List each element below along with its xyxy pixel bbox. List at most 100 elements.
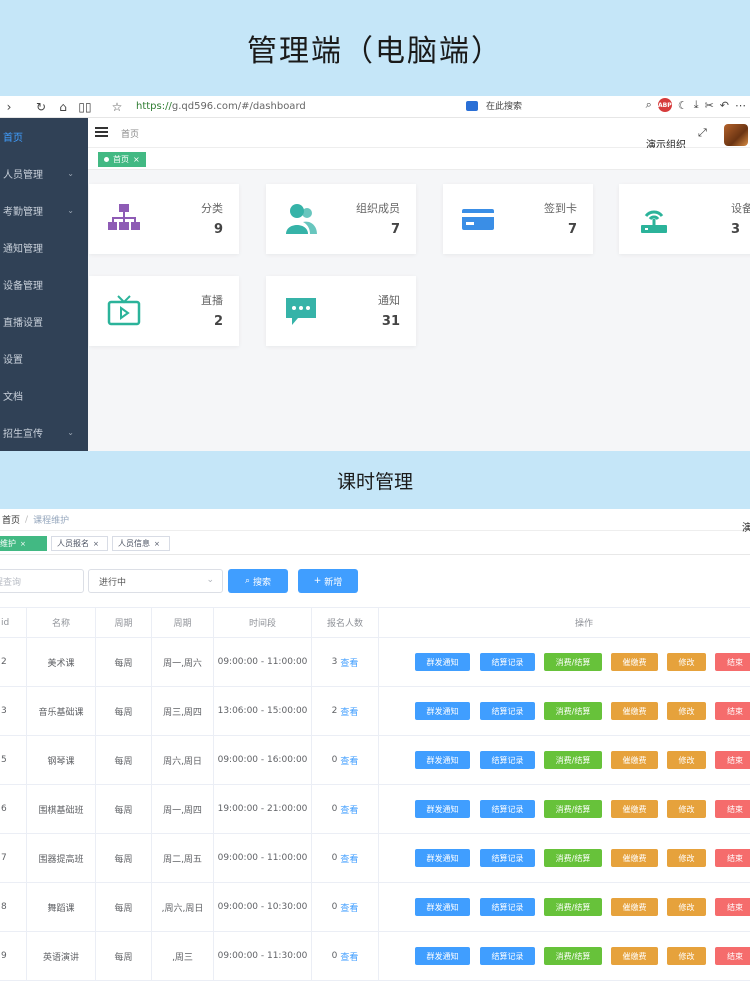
add-button[interactable]: + 新增 — [298, 569, 358, 593]
fullscreen-icon[interactable]: ⤢ — [698, 126, 707, 140]
tab-enrollment[interactable]: 人员报名 × — [51, 536, 108, 551]
course-search-input[interactable]: 课程查询 — [0, 569, 84, 593]
settlement-record-button[interactable]: 结算记录 — [480, 898, 535, 916]
edit-button[interactable]: 修改 — [667, 653, 706, 671]
view-link[interactable]: 查看 — [340, 656, 358, 669]
broadcast-notice-button[interactable]: 群发通知 — [415, 898, 470, 916]
broadcast-notice-button[interactable]: 群发通知 — [415, 849, 470, 867]
view-link[interactable]: 查看 — [340, 852, 358, 865]
view-link[interactable]: 查看 — [340, 705, 358, 718]
sidebar-item-attendance[interactable]: 考勤管理 ⌄ — [0, 192, 88, 229]
tab-course-maintenance[interactable]: 课程维护× — [0, 536, 47, 551]
settlement-record-button[interactable]: 结算记录 — [480, 751, 535, 769]
view-link[interactable]: 查看 — [340, 901, 358, 914]
end-button[interactable]: 结束 — [715, 947, 750, 965]
router-icon — [641, 210, 667, 233]
sidebar-item-notice[interactable]: 通知管理 — [0, 229, 88, 266]
consume-settle-button[interactable]: 消费/结算 — [544, 800, 602, 818]
broadcast-notice-button[interactable]: 群发通知 — [415, 702, 470, 720]
close-icon[interactable]: × — [93, 540, 99, 548]
edit-button[interactable]: 修改 — [667, 751, 706, 769]
view-link[interactable]: 查看 — [340, 803, 358, 816]
urge-payment-button[interactable]: 催缴费 — [611, 849, 658, 867]
consume-settle-button[interactable]: 消费/结算 — [544, 898, 602, 916]
stat-card-notice[interactable]: 通知 31 — [266, 276, 416, 346]
download-icon[interactable]: ⤓ — [694, 98, 699, 112]
scissors-icon[interactable]: ✂ — [705, 99, 714, 112]
breadcrumb-home[interactable]: 首页 — [2, 513, 20, 526]
adblock-icon[interactable]: ABP — [657, 98, 672, 112]
settlement-record-button[interactable]: 结算记录 — [480, 849, 535, 867]
broadcast-notice-button[interactable]: 群发通知 — [415, 653, 470, 671]
edit-button[interactable]: 修改 — [667, 898, 706, 916]
edit-button[interactable]: 修改 — [667, 849, 706, 867]
breadcrumb[interactable]: 首页 — [121, 127, 139, 140]
end-button[interactable]: 结束 — [715, 751, 750, 769]
browser-search[interactable]: 在此搜索 — [466, 99, 522, 112]
settlement-record-button[interactable]: 结算记录 — [480, 947, 535, 965]
sidebar-item-live[interactable]: 直播设置 — [0, 303, 88, 340]
status-select[interactable]: 进行中 ⌄ — [88, 569, 223, 593]
avatar[interactable] — [724, 124, 748, 146]
end-button[interactable]: 结束 — [715, 898, 750, 916]
close-icon[interactable]: × — [20, 540, 26, 548]
consume-settle-button[interactable]: 消费/结算 — [544, 751, 602, 769]
end-button[interactable]: 结束 — [715, 849, 750, 867]
edit-button[interactable]: 修改 — [667, 800, 706, 818]
breadcrumb: 首页 / 课程维护 — [0, 509, 750, 531]
stat-card-checkin[interactable]: 签到卡 7 — [443, 184, 593, 254]
forward-icon[interactable]: › — [0, 98, 18, 116]
urge-payment-button[interactable]: 催缴费 — [611, 702, 658, 720]
settlement-record-button[interactable]: 结算记录 — [480, 702, 535, 720]
close-icon[interactable]: × — [133, 155, 140, 164]
stat-card-live[interactable]: 直播 2 — [89, 276, 239, 346]
end-button[interactable]: 结束 — [715, 702, 750, 720]
settlement-record-button[interactable]: 结算记录 — [480, 800, 535, 818]
card-label: 设备 — [731, 202, 750, 215]
broadcast-notice-button[interactable]: 群发通知 — [415, 800, 470, 818]
view-link[interactable]: 查看 — [340, 754, 358, 767]
sidebar-item-docs[interactable]: 文档 — [0, 377, 88, 414]
urge-payment-button[interactable]: 催缴费 — [611, 947, 658, 965]
sidebar-item-settings[interactable]: 设置 — [0, 340, 88, 377]
star-icon[interactable]: ☆ — [108, 98, 126, 116]
urge-payment-button[interactable]: 催缴费 — [611, 751, 658, 769]
consume-settle-button[interactable]: 消费/结算 — [544, 653, 602, 671]
tab-person-info[interactable]: 人员信息 × — [112, 536, 170, 551]
edit-button[interactable]: 修改 — [667, 947, 706, 965]
sidebar-item-staff[interactable]: 人员管理 ⌄ — [0, 155, 88, 192]
urge-payment-button[interactable]: 催缴费 — [611, 653, 658, 671]
stat-card-members[interactable]: 组织成员 7 — [266, 184, 416, 254]
search-button[interactable]: ⌕ 搜索 — [228, 569, 288, 593]
urge-payment-button[interactable]: 催缴费 — [611, 898, 658, 916]
close-icon[interactable]: × — [154, 540, 160, 548]
broadcast-notice-button[interactable]: 群发通知 — [415, 751, 470, 769]
undo-icon[interactable]: ↶ — [720, 99, 729, 112]
search-icon[interactable]: ⌕ — [646, 98, 652, 112]
urge-payment-button[interactable]: 催缴费 — [611, 800, 658, 818]
consume-settle-button[interactable]: 消费/结算 — [544, 702, 602, 720]
end-button[interactable]: 结束 — [715, 800, 750, 818]
stat-card-category[interactable]: 分类 9 — [89, 184, 239, 254]
settlement-record-button[interactable]: 结算记录 — [480, 653, 535, 671]
broadcast-notice-button[interactable]: 群发通知 — [415, 947, 470, 965]
consume-settle-button[interactable]: 消费/结算 — [544, 849, 602, 867]
consume-settle-button[interactable]: 消费/结算 — [544, 947, 602, 965]
address-bar[interactable]: https://g.qd596.com/#/dashboard — [136, 101, 306, 112]
home-icon[interactable]: ⌂ — [54, 98, 72, 116]
more-icon[interactable]: ⋯ — [735, 99, 746, 112]
sidebar-item-device[interactable]: 设备管理 — [0, 266, 88, 303]
sidebar-item-home[interactable]: 首页 — [0, 118, 88, 155]
reload-icon[interactable]: ↻ — [32, 98, 50, 116]
end-button[interactable]: 结束 — [715, 653, 750, 671]
stat-card-device[interactable]: 设备 3 — [619, 184, 750, 254]
moon-icon[interactable]: ☾ — [678, 99, 688, 112]
edit-button[interactable]: 修改 — [667, 702, 706, 720]
menu-toggle-icon[interactable] — [95, 127, 108, 137]
card-icon — [462, 209, 494, 230]
sidebar-item-recruit[interactable]: 招生宣传 ⌄ — [0, 414, 88, 451]
view-link[interactable]: 查看 — [340, 950, 358, 963]
reader-icon[interactable]: ▯▯ — [76, 98, 94, 116]
col-time: 时间段 — [214, 608, 312, 637]
tab-home[interactable]: 首页 × — [98, 152, 146, 167]
